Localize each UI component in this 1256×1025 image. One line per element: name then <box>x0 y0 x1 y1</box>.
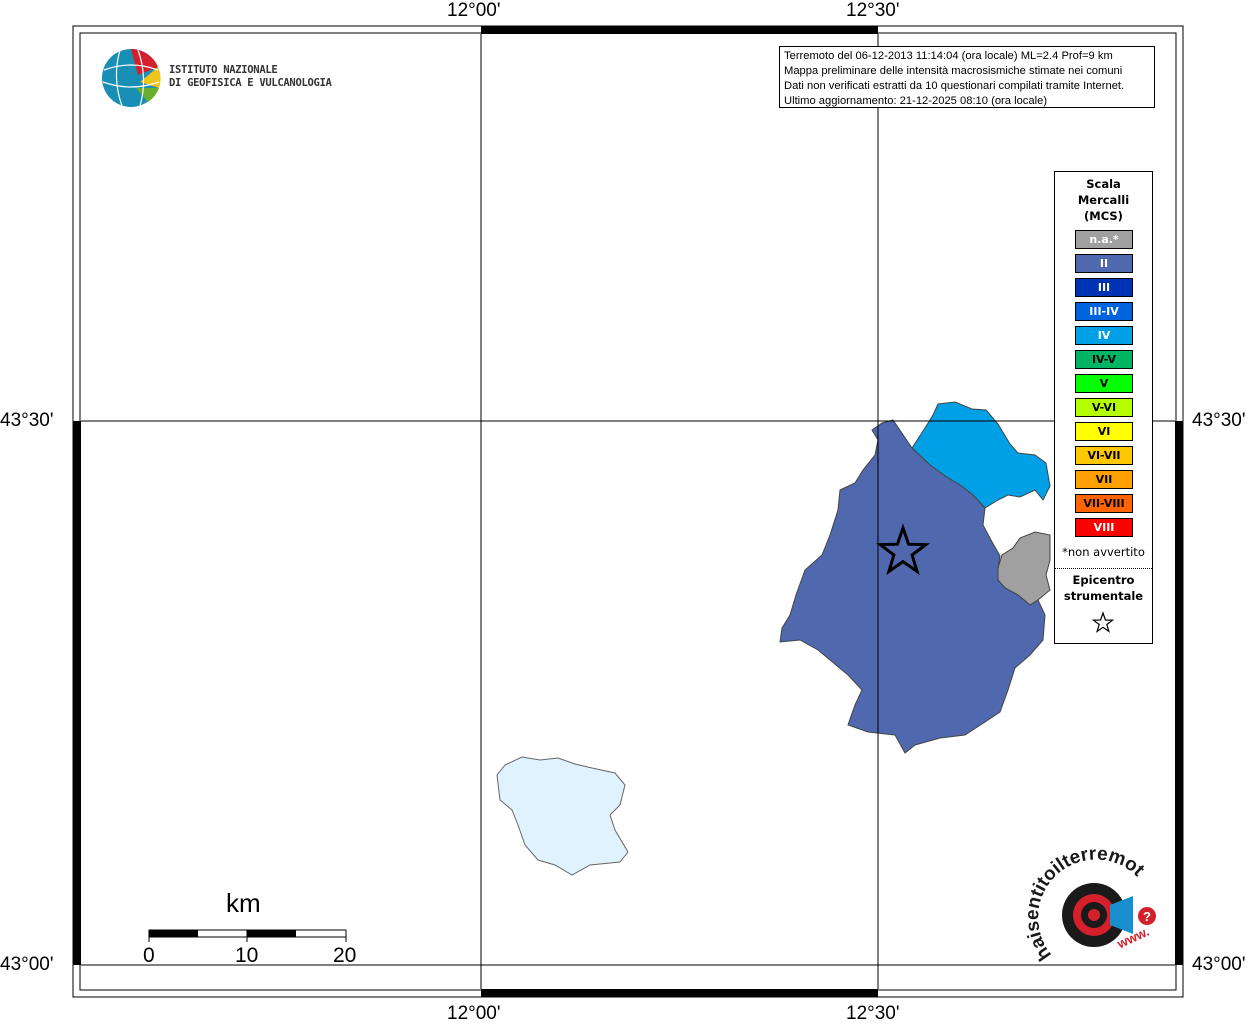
tick-top-12-30: 12°30' <box>846 0 900 21</box>
ingv-logo-icon <box>102 48 161 107</box>
legend-swatch: VII <box>1075 470 1133 489</box>
legend-title-line3: (MCS) <box>1084 209 1123 223</box>
tick-bottom-12-30: 12°30' <box>846 1003 900 1024</box>
scale-label-20: 20 <box>333 944 357 967</box>
tick-right-43-00: 43°00' <box>1192 954 1246 975</box>
ingv-line2: DI GEOFISICA E VULCANOLOGIA <box>169 77 332 89</box>
legend-swatch: n.a.* <box>1075 230 1133 249</box>
earthquake-info-box: Terremoto del 06-12-2013 11:14:04 (ora l… <box>779 46 1155 108</box>
legend-swatch: VI <box>1075 422 1133 441</box>
legend-swatch: VIII <box>1075 518 1133 537</box>
frame-segment-right <box>1175 421 1183 965</box>
legend-swatch: III <box>1075 278 1133 297</box>
ingv-logo-text: ISTITUTO NAZIONALE DI GEOFISICA E VULCAN… <box>169 64 332 90</box>
info-line3: Dati non verificati estratti da 10 quest… <box>784 80 1125 92</box>
legend-note: *non avvertito <box>1062 545 1145 559</box>
legend-epicenter-line1: Epicentro <box>1072 573 1135 587</box>
legend-swatch: VI-VII <box>1075 446 1133 465</box>
info-line1: Terremoto del 06-12-2013 11:14:04 (ora l… <box>784 50 1113 62</box>
map-inner-frame <box>79 32 1177 991</box>
legend-epicenter-label: Epicentro strumentale <box>1055 572 1152 604</box>
info-line4: Ultimo aggiornamento: 21-12-2025 08:10 (… <box>784 95 1048 107</box>
ingv-line1: ISTITUTO NAZIONALE <box>169 64 278 76</box>
legend-swatch: IV-V <box>1075 350 1133 369</box>
legend-divider <box>1055 568 1152 569</box>
scale-label-10: 10 <box>235 944 259 967</box>
frame-segment-bottom <box>481 989 878 997</box>
legend-star-icon <box>1091 611 1115 633</box>
legend-swatch: IV <box>1075 326 1133 345</box>
legend-swatch: VII-VIII <box>1075 494 1133 513</box>
frame-segment-left <box>73 421 81 965</box>
legend-epicenter-line2: strumentale <box>1063 589 1144 603</box>
tick-top-12-00: 12°00' <box>447 0 501 21</box>
mcs-legend: Scala Mercalli (MCS) *non avvertito Epic… <box>1054 171 1153 644</box>
scale-bar-title: km <box>226 888 261 918</box>
scale-label-0: 0 <box>143 944 155 967</box>
legend-swatch: V-VI <box>1075 398 1133 417</box>
legend-title-line2: Mercalli <box>1077 193 1130 207</box>
legend-title-line1: Scala <box>1086 177 1121 191</box>
info-line2: Mappa preliminare delle intensità macros… <box>784 65 1123 77</box>
svg-text:?: ? <box>1143 909 1151 924</box>
tick-right-43-30: 43°30' <box>1192 410 1246 431</box>
tick-left-43-30: 43°30' <box>0 410 54 431</box>
frame-segment-top <box>481 26 878 34</box>
legend-title: Scala Mercalli (MCS) <box>1055 176 1152 224</box>
legend-swatch: V <box>1075 374 1133 393</box>
legend-swatch: III-IV <box>1075 302 1133 321</box>
tick-bottom-12-00: 12°00' <box>447 1003 501 1024</box>
legend-swatch: II <box>1075 254 1133 273</box>
tick-left-43-00: 43°00' <box>0 954 54 975</box>
